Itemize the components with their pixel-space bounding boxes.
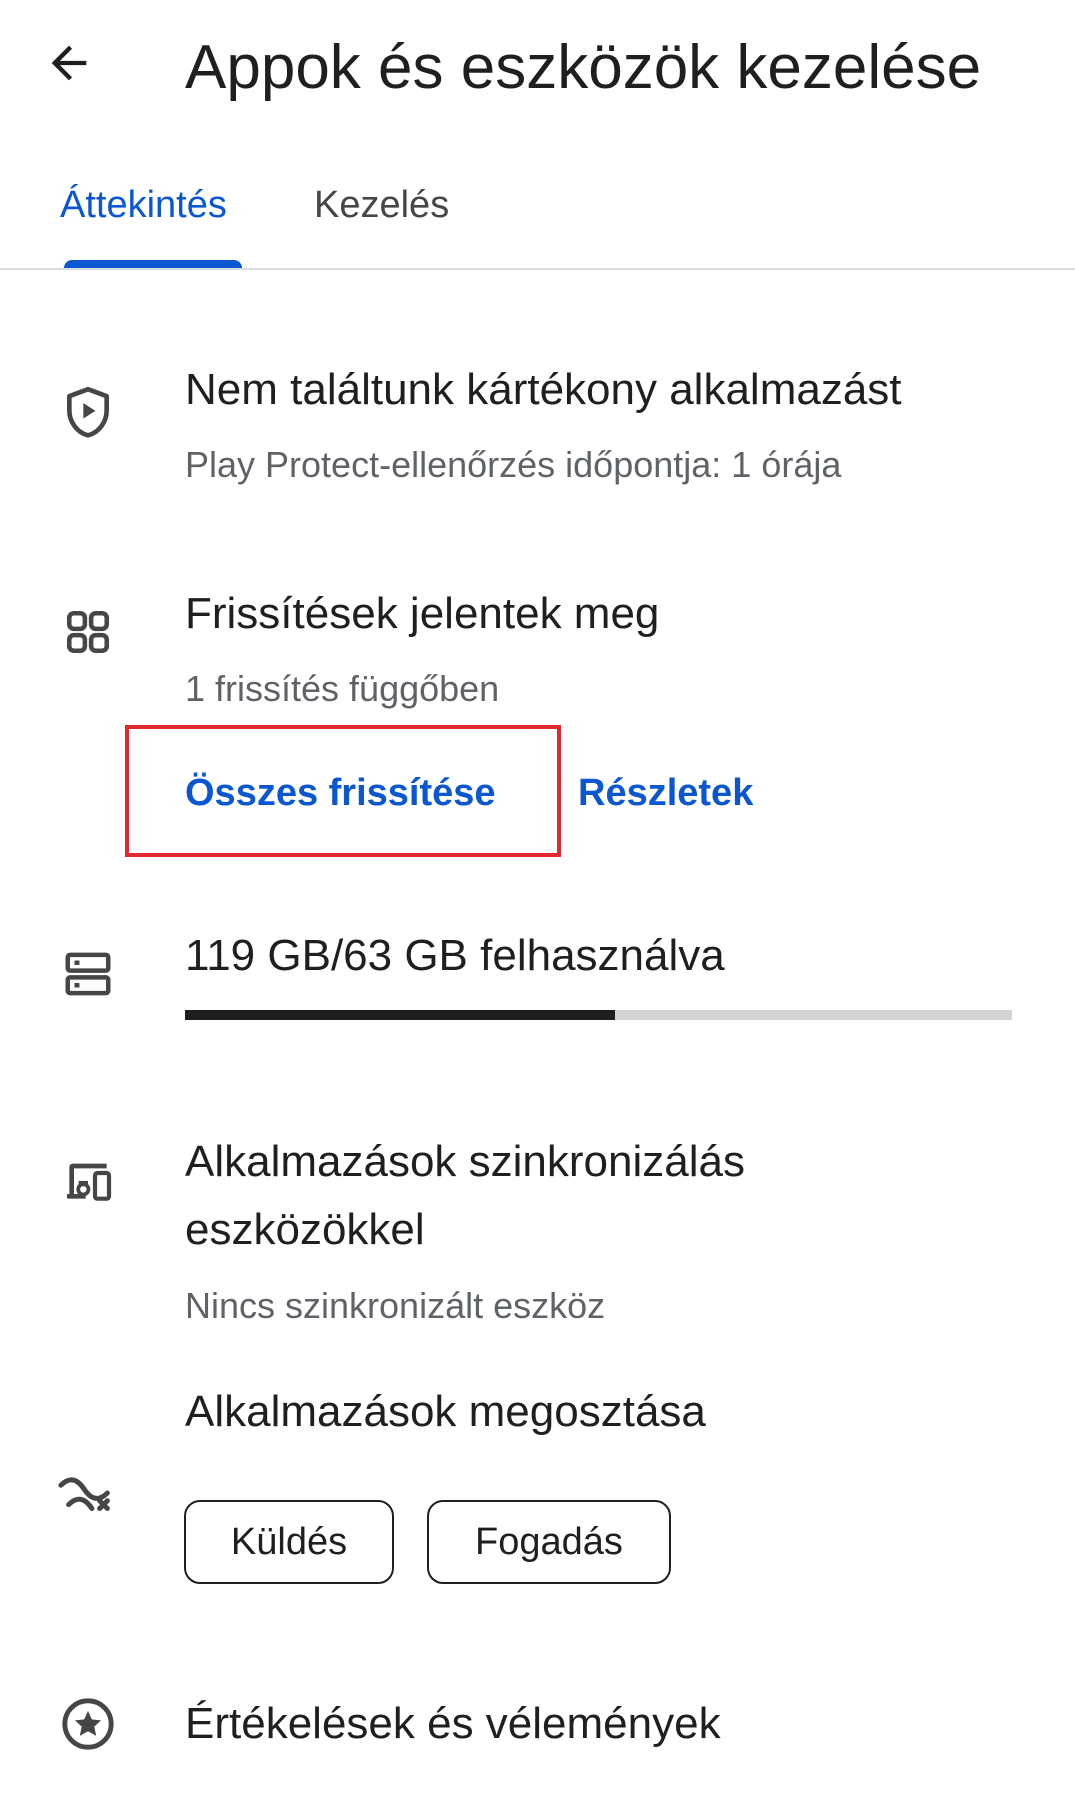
protect-title: Nem találtunk kártékony alkalmazást (185, 365, 902, 414)
ratings-title: Értékelések és vélemények (185, 1699, 721, 1748)
details-button[interactable]: Részletek (578, 770, 753, 816)
sync-subtitle: Nincs szinkronizált eszköz (185, 1285, 606, 1326)
updates-subtitle: 1 frissítés függőben (185, 668, 500, 709)
tab-overview[interactable]: Áttekintés (60, 182, 227, 228)
storage-title: 119 GB/63 GB felhasználva (185, 931, 725, 980)
updates-title: Frissítések jelentek meg (185, 589, 660, 638)
tab-bar: Áttekintés Kezelés (0, 160, 1075, 270)
receive-button[interactable]: Fogadás (427, 1500, 671, 1584)
send-button[interactable]: Küldés (184, 1500, 394, 1584)
protect-subtitle: Play Protect-ellenőrzés időpontja: 1 órá… (185, 444, 842, 485)
storage-progress-bar (185, 1010, 1012, 1020)
page-title: Appok és eszközök kezelése (185, 33, 982, 102)
tab-manage[interactable]: Kezelés (314, 182, 449, 228)
devices-icon (56, 1148, 120, 1212)
storage-progress-fill (185, 1010, 616, 1020)
shield-play-icon (56, 380, 120, 444)
screen: Appok és eszközök kezelése Áttekintés Ke… (0, 0, 1075, 1813)
arrow-back-icon (51, 45, 87, 81)
highlight-box (125, 725, 561, 857)
tabs-divider (0, 268, 1075, 270)
tab-selected-indicator (64, 260, 242, 268)
nearby-share-icon (56, 1461, 120, 1525)
share-title: Alkalmazások megosztása (185, 1387, 706, 1436)
sync-title-line2: eszközökkel (185, 1205, 425, 1254)
sync-title-line1: Alkalmazások szinkronizálás (185, 1137, 745, 1186)
star-circle-icon (56, 1692, 120, 1756)
storage-icon (56, 942, 120, 1006)
apps-grid-icon (56, 600, 120, 664)
back-button[interactable] (36, 30, 102, 96)
